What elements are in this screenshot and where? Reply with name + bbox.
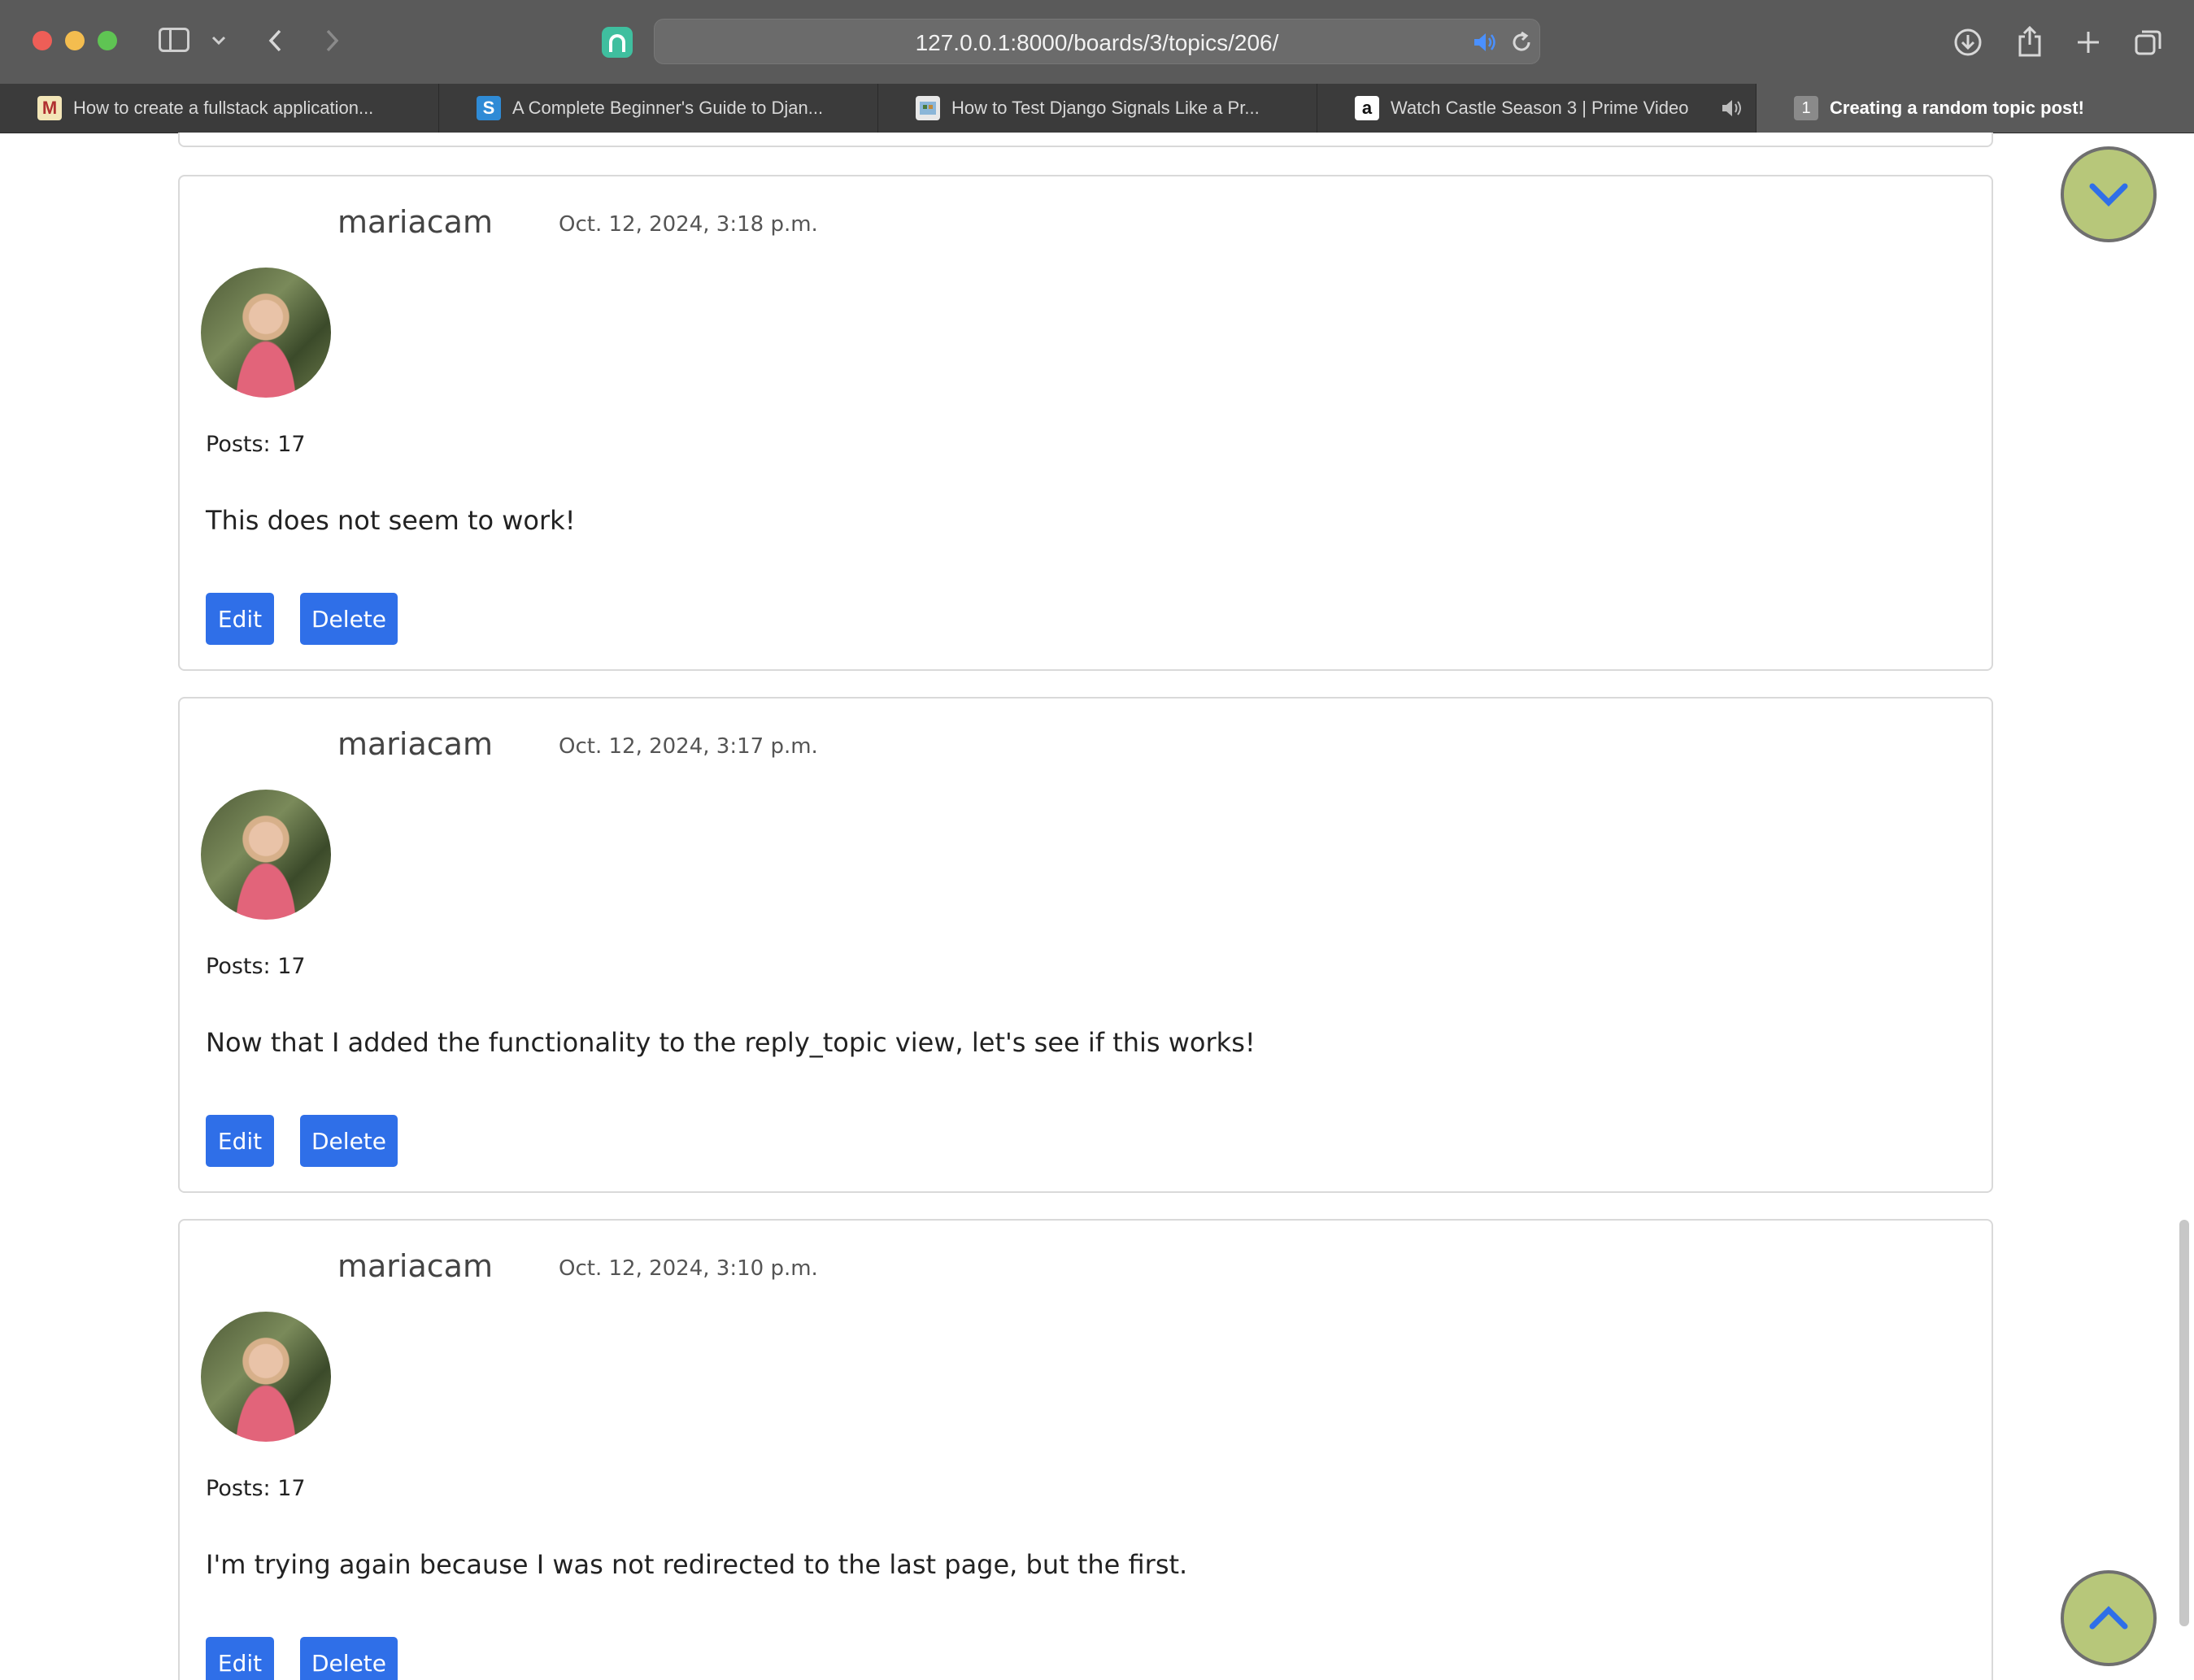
tab-overview-icon[interactable] bbox=[2132, 26, 2165, 59]
post-message: Now that I added the functionality to th… bbox=[206, 1027, 1256, 1058]
posts-count: Posts: 17 bbox=[206, 432, 306, 457]
tab-audio-icon[interactable] bbox=[1721, 98, 1745, 124]
post-date: Oct. 12, 2024, 3:10 p.m. bbox=[559, 1256, 818, 1281]
delete-button[interactable]: Delete bbox=[300, 1637, 398, 1680]
chevron-up-icon bbox=[2089, 1606, 2128, 1630]
tab-django-signals[interactable]: How to Test Django Signals Like a Pr... bbox=[878, 84, 1317, 133]
extension-icon[interactable] bbox=[602, 27, 633, 58]
tab-prime-video[interactable]: a Watch Castle Season 3 | Prime Video bbox=[1317, 84, 1757, 133]
avatar bbox=[201, 790, 331, 920]
edit-button[interactable]: Edit bbox=[206, 593, 274, 645]
chevron-down-icon bbox=[2089, 183, 2128, 207]
posts-count: Posts: 17 bbox=[206, 1476, 306, 1501]
close-window-button[interactable] bbox=[33, 31, 52, 50]
tab-bar: M How to create a fullstack application.… bbox=[0, 84, 2194, 133]
sidebar-toggle-icon[interactable] bbox=[159, 28, 189, 52]
share-icon[interactable] bbox=[2013, 24, 2046, 59]
downloads-icon[interactable] bbox=[1952, 26, 1984, 59]
delete-button[interactable]: Delete bbox=[300, 593, 398, 645]
counter-badge: 1 bbox=[1794, 96, 1818, 120]
post-date: Oct. 12, 2024, 3:17 p.m. bbox=[559, 734, 818, 759]
minimize-window-button[interactable] bbox=[65, 31, 85, 50]
post-username: mariacam bbox=[337, 726, 493, 762]
tab-random-topic-post[interactable]: 1 Creating a random topic post! bbox=[1757, 84, 2194, 133]
post-card: mariacam Oct. 12, 2024, 3:10 p.m. Posts:… bbox=[178, 1219, 1993, 1680]
s-icon: S bbox=[477, 96, 501, 120]
post-username: mariacam bbox=[337, 1248, 493, 1284]
post-message: This does not seem to work! bbox=[206, 505, 576, 536]
tab-label: How to Test Django Signals Like a Pr... bbox=[951, 98, 1260, 118]
scroll-down-button[interactable] bbox=[2061, 146, 2157, 242]
forward-icon[interactable] bbox=[322, 26, 343, 55]
chevron-down-icon[interactable] bbox=[210, 29, 228, 52]
speaker-icon[interactable] bbox=[1471, 29, 1499, 55]
post-message: I'm trying again because I was not redir… bbox=[206, 1549, 1188, 1580]
tab-label: A Complete Beginner's Guide to Djan... bbox=[512, 98, 824, 118]
tab-django-guide[interactable]: S A Complete Beginner's Guide to Djan... bbox=[439, 84, 878, 133]
site-icon bbox=[916, 96, 940, 120]
tab-label: How to create a fullstack application... bbox=[73, 98, 374, 118]
avatar bbox=[201, 268, 331, 398]
new-tab-icon[interactable] bbox=[2072, 26, 2105, 59]
previous-post-card bbox=[178, 133, 1993, 147]
reload-icon[interactable] bbox=[1508, 29, 1534, 55]
back-icon[interactable] bbox=[264, 26, 285, 55]
edit-button[interactable]: Edit bbox=[206, 1115, 274, 1167]
tab-label: Watch Castle Season 3 | Prime Video bbox=[1391, 98, 1689, 118]
post-card: mariacam Oct. 12, 2024, 3:18 p.m. Posts:… bbox=[178, 175, 1993, 671]
page-content: mariacam Oct. 12, 2024, 3:18 p.m. Posts:… bbox=[0, 133, 2194, 1680]
browser-toolbar: 127.0.0.1:8000/boards/3/topics/206/ bbox=[0, 0, 2194, 84]
address-bar[interactable]: 127.0.0.1:8000/boards/3/topics/206/ bbox=[654, 19, 1540, 64]
posts-count: Posts: 17 bbox=[206, 954, 306, 979]
tab-fullstack-application[interactable]: M How to create a fullstack application.… bbox=[0, 84, 439, 133]
url-text: 127.0.0.1:8000/boards/3/topics/206/ bbox=[915, 30, 1279, 55]
edit-button[interactable]: Edit bbox=[206, 1637, 274, 1680]
medium-icon: M bbox=[37, 96, 62, 120]
scroll-up-button[interactable] bbox=[2061, 1570, 2157, 1666]
avatar bbox=[201, 1312, 331, 1442]
post-card: mariacam Oct. 12, 2024, 3:17 p.m. Posts:… bbox=[178, 697, 1993, 1193]
delete-button[interactable]: Delete bbox=[300, 1115, 398, 1167]
zoom-window-button[interactable] bbox=[98, 31, 117, 50]
amazon-icon: a bbox=[1355, 96, 1379, 120]
post-username: mariacam bbox=[337, 204, 493, 240]
scrollbar[interactable] bbox=[2179, 1220, 2189, 1626]
tab-label: Creating a random topic post! bbox=[1830, 98, 2084, 118]
post-date: Oct. 12, 2024, 3:18 p.m. bbox=[559, 212, 818, 237]
